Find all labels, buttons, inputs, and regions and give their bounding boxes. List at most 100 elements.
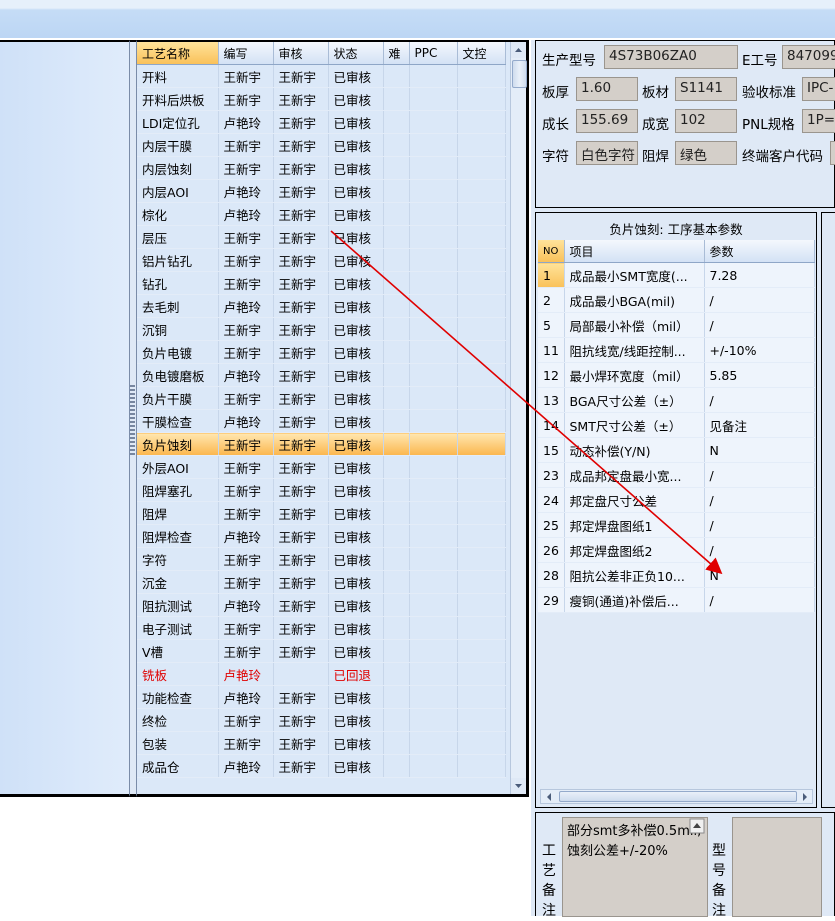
column-header[interactable]: 文控 (457, 42, 506, 65)
table-row[interactable]: 阻焊 王新宇 王新宇 已审核 (137, 501, 506, 525)
table-cell: 王新宇 (218, 616, 274, 640)
table-cell (383, 156, 410, 180)
table-row[interactable]: 阻焊塞孔 王新宇 王新宇 已审核 (137, 478, 506, 502)
table-cell (457, 754, 506, 778)
table-cell (457, 202, 506, 226)
param-row[interactable]: 11 阻抗线宽/线距控制... +/-10% (538, 337, 815, 363)
table-cell: 已审核 (328, 133, 384, 157)
pnl-field[interactable]: 1P=1 (802, 109, 835, 133)
param-row[interactable]: 26 邦定焊盘图纸2/ (538, 537, 815, 563)
table-row[interactable]: 钻孔 王新宇 王新宇 已审核 (137, 271, 506, 295)
param-column-header[interactable]: 项目 (564, 240, 705, 263)
param-row[interactable]: 23 成品邦定盘最小宽... / (538, 462, 815, 488)
table-row[interactable]: 沉铜 王新宇 王新宇 已审核 (137, 317, 506, 341)
table-row[interactable]: 阻抗测试 卢艳玲 王新宇 已审核 (137, 593, 506, 617)
column-header[interactable]: 难 (383, 42, 410, 65)
table-row[interactable]: 外层AOI 王新宇 王新宇 已审核 (137, 455, 506, 479)
param-row[interactable]: 29 瘦铜(通道)补偿后... / (538, 587, 815, 613)
mask-field[interactable]: 绿色 (675, 141, 737, 165)
params-hscrollbar[interactable] (540, 789, 813, 804)
param-row[interactable]: 25 邦定焊盘图纸1/ (538, 512, 815, 538)
table-row[interactable]: 负片电镀 王新宇 王新宇 已审核 (137, 340, 506, 364)
column-header[interactable]: 工艺名称 (137, 42, 219, 65)
table-row[interactable]: 铝片钻孔 王新宇 王新宇 已审核 (137, 248, 506, 272)
param-row[interactable]: 12 最小焊环宽度（mil） 5.85 (538, 362, 815, 388)
column-header[interactable]: PPC (409, 42, 458, 65)
table-row[interactable]: LDI定位孔 卢艳玲 王新宇 已审核 (137, 110, 506, 134)
scroll-down-button[interactable] (511, 778, 526, 794)
table-cell: 王新宇 (218, 455, 274, 479)
table-row[interactable]: 干膜检查 卢艳玲 王新宇 已审核 (137, 409, 506, 433)
param-row[interactable]: 15 动态补偿(Y/N) N (538, 437, 815, 463)
thickness-field[interactable]: 1.60 (576, 77, 638, 101)
scroll-thumb[interactable] (512, 60, 527, 88)
model-note-field[interactable] (732, 817, 822, 917)
arrow-right-icon[interactable] (799, 791, 811, 803)
process-table: 工艺名称 编写 审核 状态难 PPC 文控 开料 王新宇 王新宇 已审核 开料后烘板 王新宇 王新宇已… (137, 42, 506, 778)
column-header[interactable]: 状态 (328, 42, 384, 65)
table-row[interactable]: 铣板 卢艳玲 已回退 (137, 662, 506, 686)
param-row[interactable]: 13 BGA尺寸公差（±） / (538, 387, 815, 413)
table-cell: 卢艳玲 (218, 524, 274, 548)
scroll-up-button[interactable] (511, 42, 526, 58)
table-cell: 已审核 (328, 524, 384, 548)
table-row[interactable]: 功能检查 卢艳玲 王新宇 已审核 (137, 685, 506, 709)
char-field[interactable]: 白色字符 (576, 141, 638, 165)
param-cell: 26 (538, 537, 565, 563)
table-cell: 王新宇 (273, 386, 329, 410)
process-note-field[interactable]: 部分smt多补偿0.5mil;蚀刻公差+/-20% (562, 817, 708, 917)
table-row[interactable]: 去毛刺 卢艳玲 王新宇 已审核 (137, 294, 506, 318)
table-row[interactable]: V槽 王新宇 王新宇 已审核 (137, 639, 506, 663)
table-row[interactable]: 开料 王新宇 王新宇 已审核 (137, 64, 506, 88)
prod-model-field[interactable]: 4S73B06ZA0 (604, 45, 738, 69)
material-field[interactable]: S1141 (675, 77, 737, 101)
arrow-left-icon[interactable] (543, 791, 555, 803)
param-column-header[interactable]: 参数 (704, 240, 815, 263)
param-cell: N (704, 437, 815, 463)
table-row[interactable]: 开料后烘板 王新宇 王新宇 已审核 (137, 87, 506, 111)
table-cell (409, 455, 458, 479)
table-row[interactable]: 成品仓 卢艳玲 王新宇 已审核 (137, 754, 506, 778)
param-row[interactable]: 1 成品最小SMT宽度(... 7.28 (538, 262, 815, 288)
table-row[interactable]: 棕化 卢艳玲 王新宇 已审核 (137, 202, 506, 226)
param-row[interactable]: 14 SMT尺寸公差（±） 见备注 (538, 412, 815, 438)
table-row[interactable]: 字符 王新宇 王新宇 已审核 (137, 547, 506, 571)
param-row[interactable]: 5 局部最小补偿（mil） / (538, 312, 815, 338)
length-field[interactable]: 155.69 (576, 109, 638, 133)
standard-field[interactable]: IPC- (802, 77, 835, 101)
param-column-header[interactable]: NO (538, 240, 565, 263)
splitter-grip-icon[interactable] (130, 385, 135, 455)
param-row[interactable]: 28 阻抗公差非正负10... N (538, 562, 815, 588)
process-note-label: 工艺备注 (542, 843, 556, 919)
table-cell: 已审核 (328, 685, 384, 709)
process-grid-scrollbar[interactable] (510, 42, 527, 794)
width-field[interactable]: 102 (675, 109, 737, 133)
table-cell: 去毛刺 (137, 294, 219, 318)
column-header[interactable]: 编写 (218, 42, 274, 65)
arrow-up-icon[interactable] (688, 817, 706, 835)
param-row[interactable]: 2 成品最小BGA(mil) / (538, 287, 815, 313)
hscroll-thumb[interactable] (559, 791, 797, 802)
table-cell: 王新宇 (218, 386, 274, 410)
table-row[interactable]: 负电镀磨板 卢艳玲 王新宇 已审核 (137, 363, 506, 387)
table-cell (409, 685, 458, 709)
table-row[interactable]: 阻焊检查 卢艳玲 王新宇 已审核 (137, 524, 506, 548)
table-row[interactable]: 内层蚀刻 王新宇 王新宇 已审核 (137, 156, 506, 180)
table-row[interactable]: 负片蚀刻 王新宇 王新宇 已审核 (137, 432, 506, 456)
table-row[interactable]: 电子测试 王新宇 王新宇 已审核 (137, 616, 506, 640)
prod-model-label: 生产型号 (542, 53, 596, 69)
table-row[interactable]: 包装 王新宇 王新宇 已审核 (137, 731, 506, 755)
table-row[interactable]: 负片干膜 王新宇 王新宇 已审核 (137, 386, 506, 410)
param-row[interactable]: 24 邦定盘尺寸公差 / (538, 487, 815, 513)
process-note-scrollbar[interactable] (688, 817, 706, 917)
table-row[interactable]: 层压 王新宇 王新宇 已审核 (137, 225, 506, 249)
column-header[interactable]: 审核 (273, 42, 329, 65)
e-no-field[interactable]: 847099 (782, 45, 835, 69)
table-row[interactable]: 沉金 王新宇 王新宇 已审核 (137, 570, 506, 594)
table-row[interactable]: 终检 王新宇 王新宇 已审核 (137, 708, 506, 732)
param-cell: / (704, 462, 815, 488)
customer-field[interactable] (830, 141, 835, 165)
table-row[interactable]: 内层干膜 王新宇 王新宇 已审核 (137, 133, 506, 157)
table-cell: 已审核 (328, 225, 384, 249)
table-row[interactable]: 内层AOI 卢艳玲 王新宇 已审核 (137, 179, 506, 203)
